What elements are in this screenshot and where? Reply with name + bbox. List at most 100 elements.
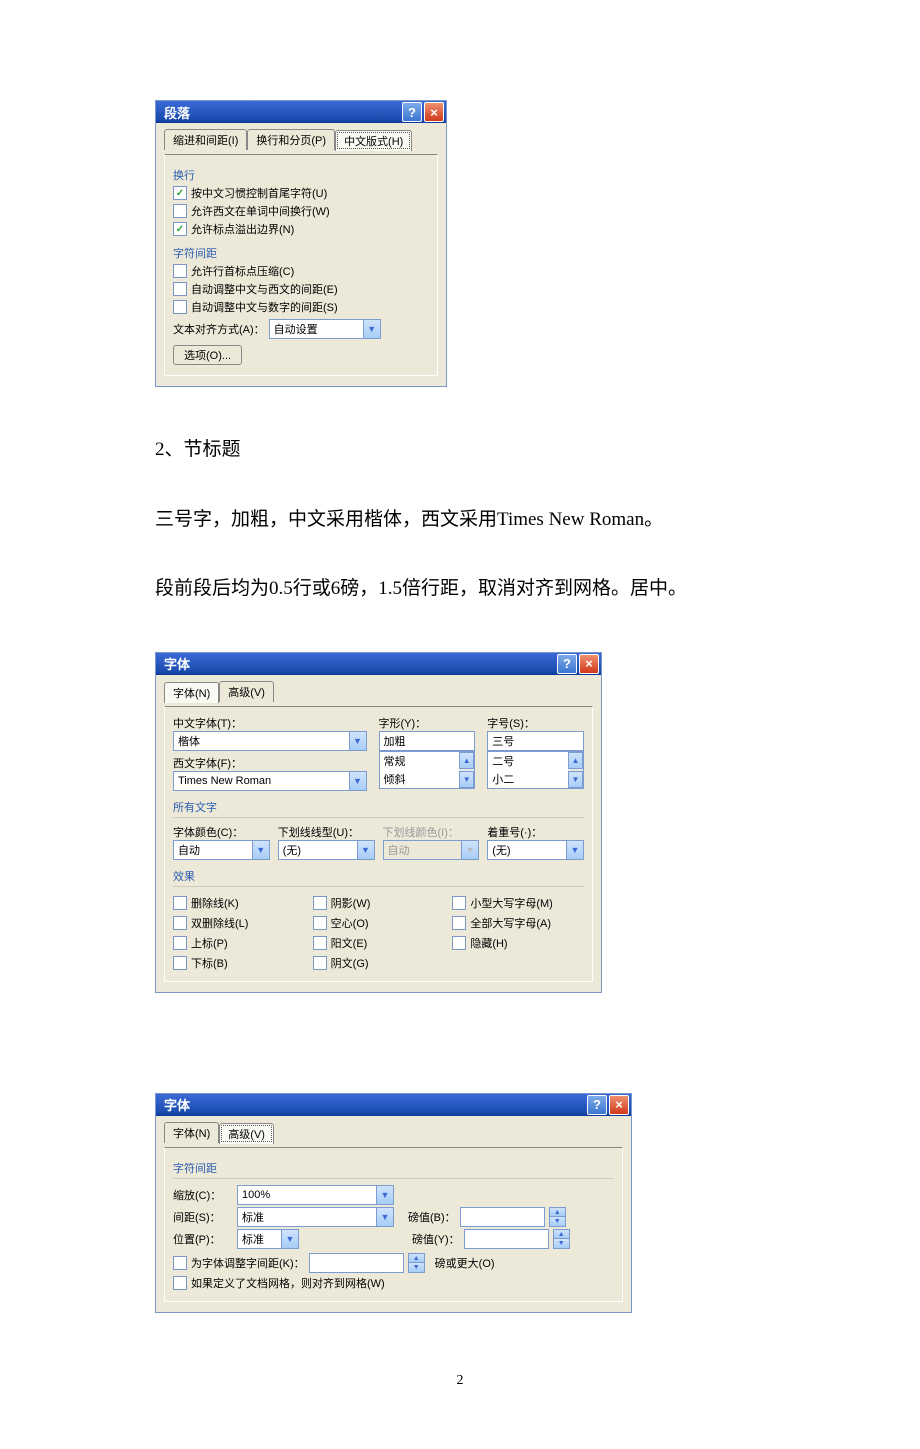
size-label: 字号(S)： <box>487 715 584 731</box>
tab-font[interactable]: 字体(N) <box>164 682 219 703</box>
cb-label: 按中文习惯控制首尾字符(U) <box>191 185 327 201</box>
kern-suffix: 磅或更大(O) <box>435 1255 495 1271</box>
style-input[interactable]: 加粗 <box>379 731 476 751</box>
by-input[interactable] <box>460 1207 545 1227</box>
help-icon[interactable]: ? <box>402 102 422 122</box>
cb-label: 隐藏(H) <box>470 935 507 951</box>
checkbox[interactable] <box>452 936 466 950</box>
emph-combo[interactable]: (无)▼ <box>487 840 584 860</box>
checkbox[interactable] <box>173 300 187 314</box>
by-label: 磅值(Y)： <box>412 1231 460 1247</box>
by-label: 磅值(B)： <box>408 1209 456 1225</box>
close-icon[interactable]: × <box>579 654 599 674</box>
checkbox[interactable]: ✓ <box>173 186 187 200</box>
list-item[interactable]: 小二 <box>488 770 568 788</box>
checkbox[interactable] <box>173 916 187 930</box>
chevron-down-icon: ▼ <box>363 320 380 338</box>
font-dialog: 字体 ? × 字体(N) 高级(V) 中文字体(T)： 楷体 ▼ <box>155 652 602 993</box>
style-list[interactable]: 常规 倾斜 加粗 ▲ ▼ <box>379 751 476 789</box>
en-font-label: 西文字体(F)： <box>173 755 367 771</box>
chevron-down-icon: ▼ <box>376 1208 393 1226</box>
scrollbar[interactable]: ▲ ▼ <box>568 752 583 788</box>
cb-label: 允许标点溢出边界(N) <box>191 221 294 237</box>
scroll-up-icon[interactable]: ▲ <box>568 752 583 769</box>
spinner-down-icon[interactable]: ▼ <box>554 1239 569 1248</box>
spinner[interactable]: ▲▼ <box>549 1207 566 1227</box>
align-combo[interactable]: 自动设置 ▼ <box>269 319 381 339</box>
spinner[interactable]: ▲▼ <box>553 1229 570 1249</box>
scroll-down-icon[interactable]: ▼ <box>568 771 583 788</box>
position-combo[interactable]: 标准▼ <box>237 1229 299 1249</box>
list-item[interactable]: 倾斜 <box>380 770 460 788</box>
spinner-down-icon[interactable]: ▼ <box>409 1263 424 1272</box>
by-input[interactable] <box>464 1229 549 1249</box>
kern-input[interactable] <box>309 1253 404 1273</box>
scrollbar[interactable]: ▲ ▼ <box>459 752 474 788</box>
checkbox[interactable]: ✓ <box>173 222 187 236</box>
tab-cjk[interactable]: 中文版式(H) <box>335 130 412 151</box>
spinner-up-icon[interactable]: ▲ <box>550 1208 565 1218</box>
en-font-combo[interactable]: Times New Roman ▼ <box>173 771 367 791</box>
emph-label: 着重号(·)： <box>487 824 584 840</box>
checkbox[interactable] <box>173 264 187 278</box>
dialog-title: 字体 <box>164 1095 190 1114</box>
cb-label: 阴影(W) <box>331 895 371 911</box>
checkbox[interactable] <box>452 896 466 910</box>
font-advanced-dialog: 字体 ? × 字体(N) 高级(V) 字符间距 缩放(C)： 100%▼ 间距(… <box>155 1093 632 1313</box>
checkbox[interactable] <box>452 916 466 930</box>
ultype-combo[interactable]: (无)▼ <box>278 840 375 860</box>
checkbox[interactable] <box>313 956 327 970</box>
tab-font[interactable]: 字体(N) <box>164 1122 219 1143</box>
chevron-down-icon: ▼ <box>357 841 374 859</box>
close-icon[interactable]: × <box>424 102 444 122</box>
color-label: 字体颜色(C)： <box>173 824 270 840</box>
titlebar: 字体 ? × <box>156 1094 631 1116</box>
cb-label: 阴文(G) <box>331 955 369 971</box>
list-item[interactable]: 常规 <box>380 752 460 770</box>
cn-font-combo[interactable]: 楷体 ▼ <box>173 731 367 751</box>
checkbox[interactable] <box>173 936 187 950</box>
checkbox[interactable] <box>173 956 187 970</box>
checkbox[interactable] <box>173 282 187 296</box>
cb-label: 允许行首标点压缩(C) <box>191 263 294 279</box>
tab-paging[interactable]: 换行和分页(P) <box>247 129 335 150</box>
section-charspacing: 字符间距 <box>173 245 429 261</box>
close-icon[interactable]: × <box>609 1095 629 1115</box>
spinner-up-icon[interactable]: ▲ <box>554 1230 569 1240</box>
spinner-up-icon[interactable]: ▲ <box>409 1254 424 1264</box>
paragraph-dialog: 段落 ? × 缩进和间距(I) 换行和分页(P) 中文版式(H) 换行 ✓ 按中文… <box>155 100 447 387</box>
scale-combo[interactable]: 100%▼ <box>237 1185 394 1205</box>
size-input[interactable]: 三号 <box>487 731 584 751</box>
grid-label: 如果定义了文档网格，则对齐到网格(W) <box>191 1275 385 1291</box>
checkbox[interactable] <box>313 896 327 910</box>
checkbox[interactable] <box>173 204 187 218</box>
options-button[interactable]: 选项(O)... <box>173 345 242 365</box>
help-icon[interactable]: ? <box>557 654 577 674</box>
dialog-title: 段落 <box>164 103 190 122</box>
position-label: 位置(P)： <box>173 1231 233 1247</box>
list-item[interactable]: 二号 <box>488 752 568 770</box>
scroll-up-icon[interactable]: ▲ <box>459 752 474 769</box>
size-list[interactable]: 二号 小二 三号 ▲ ▼ <box>487 751 584 789</box>
checkbox[interactable] <box>173 1256 187 1270</box>
tab-advanced[interactable]: 高级(V) <box>219 681 274 702</box>
color-combo[interactable]: 自动▼ <box>173 840 270 860</box>
tab-indent[interactable]: 缩进和间距(I) <box>164 129 247 150</box>
spacing-combo[interactable]: 标准▼ <box>237 1207 394 1227</box>
checkbox[interactable] <box>313 936 327 950</box>
checkbox[interactable] <box>173 1276 187 1290</box>
body-paragraph: 段前段后均为0.5行或6磅，1.5倍行距，取消对齐到网格。居中。 <box>155 566 765 612</box>
cn-font-label: 中文字体(T)： <box>173 715 367 731</box>
cb-label: 双删除线(L) <box>191 915 248 931</box>
tab-advanced[interactable]: 高级(V) <box>219 1123 274 1144</box>
chevron-down-icon: ▼ <box>461 841 478 859</box>
section-wrap: 换行 <box>173 167 429 183</box>
scroll-down-icon[interactable]: ▼ <box>459 771 474 788</box>
spinner-down-icon[interactable]: ▼ <box>550 1217 565 1226</box>
section-heading: 2、节标题 <box>155 427 765 473</box>
spinner[interactable]: ▲▼ <box>408 1253 425 1273</box>
help-icon[interactable]: ? <box>587 1095 607 1115</box>
checkbox[interactable] <box>313 916 327 930</box>
ultype-label: 下划线线型(U)： <box>278 824 375 840</box>
checkbox[interactable] <box>173 896 187 910</box>
